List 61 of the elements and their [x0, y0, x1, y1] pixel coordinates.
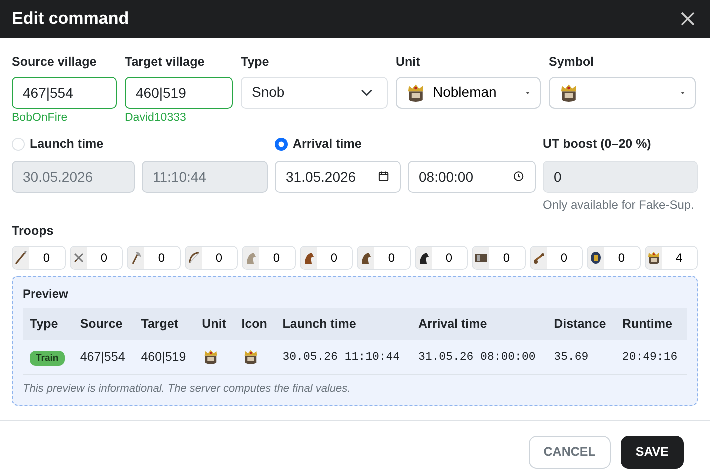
time-input[interactable]: 08:00:00	[419, 162, 514, 192]
type-select[interactable]: Snob	[241, 76, 388, 109]
column-header: Launch time	[276, 308, 412, 340]
troop-field[interactable]: 0	[300, 246, 353, 270]
field-label: Symbol	[549, 54, 594, 71]
field-label: Source village	[12, 54, 97, 71]
troop-field[interactable]: 0	[127, 246, 180, 270]
help-text: Only available for Fake-Sup.	[543, 196, 696, 213]
table-cell: 31.05.26 08:00:00	[418, 351, 536, 364]
symbol-dropdown[interactable]	[549, 76, 696, 109]
column-header: Distance	[547, 308, 616, 340]
save-button[interactable]: SAVE	[620, 436, 684, 470]
troop-field[interactable]: 0	[530, 246, 583, 270]
troop-field[interactable]: 0	[414, 246, 468, 270]
troop-field[interactable]: 0	[184, 246, 238, 270]
date-field[interactable]: 31.05.2026	[275, 160, 401, 193]
spear-icon	[13, 250, 29, 266]
column-header: Source	[73, 308, 134, 340]
radio-label[interactable]: Launch time	[30, 135, 104, 154]
column-header: Target	[134, 308, 196, 340]
field-label: UT boost (0–20 %)	[543, 136, 652, 153]
calendar-icon	[378, 170, 390, 184]
clock-icon	[513, 170, 525, 184]
field-label: Unit	[396, 54, 420, 71]
table-cell: 20:49:16	[622, 351, 678, 364]
column-header: Runtime	[615, 308, 687, 340]
troop-field[interactable]: 0	[70, 246, 123, 270]
troop-field[interactable]: 0	[242, 246, 296, 270]
type-badge: Train	[30, 350, 65, 366]
time-field[interactable]: 08:00:00	[408, 160, 536, 193]
field-label: Target village	[125, 54, 205, 71]
troop-field[interactable]: 0	[587, 246, 640, 270]
player-name: BobOnFire	[12, 110, 69, 126]
troops-label: Troops	[12, 222, 54, 240]
table-cell: 35.69	[554, 351, 589, 364]
table-cell: 460|519	[141, 350, 186, 364]
troop-field[interactable]: 4	[644, 246, 698, 270]
field-label: Type	[241, 54, 270, 71]
village-field[interactable]: 460|519	[125, 76, 233, 109]
radio-button[interactable]	[275, 138, 288, 151]
modal-title: Edit command	[12, 8, 130, 30]
table-cell: 30.05.26 11:10:44	[282, 351, 400, 364]
village-field[interactable]: 467|554	[12, 76, 117, 109]
troop-field[interactable]: 0	[357, 246, 410, 270]
close-icon	[680, 11, 696, 27]
helmet-icon	[588, 250, 604, 266]
preview-title: Preview	[23, 286, 70, 303]
column-header: Icon	[234, 308, 276, 340]
date-input[interactable]: 31.05.2026	[286, 162, 378, 192]
troop-field[interactable]: 0	[472, 246, 526, 270]
troop-field[interactable]: 0	[12, 246, 66, 270]
column-header: Type	[23, 308, 74, 340]
radio-label[interactable]: Arrival time	[293, 135, 362, 154]
preview-note: This preview is informational. The server computes the final values.	[23, 382, 352, 397]
table-cell: 467|554	[80, 350, 126, 364]
column-header: Unit	[195, 308, 235, 340]
player-name: David10333	[125, 110, 188, 126]
column-header: Arrival time	[411, 308, 548, 340]
nobleman-icon	[646, 250, 662, 266]
cancel-button[interactable]: CANCEL	[528, 436, 611, 470]
unit-dropdown[interactable]: Nobleman	[396, 76, 541, 109]
